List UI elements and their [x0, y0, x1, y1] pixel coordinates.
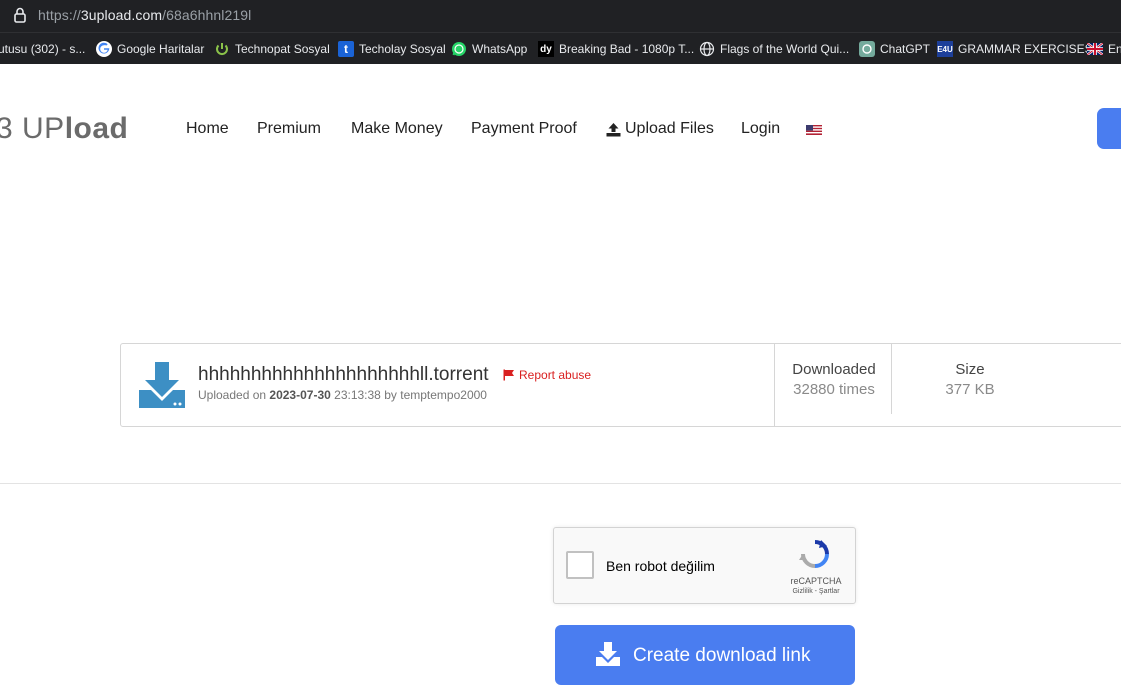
nav-home[interactable]: Home	[186, 120, 229, 138]
bookmark-flags-quiz[interactable]: Flags of the World Qui...	[699, 40, 849, 58]
esl-icon: E4U	[937, 41, 953, 57]
nav-premium[interactable]: Premium	[257, 120, 321, 138]
download-icon	[139, 362, 185, 408]
bookmark-en[interactable]: En	[1087, 40, 1121, 58]
download-icon	[596, 642, 620, 666]
whatsapp-icon	[451, 41, 467, 57]
us-flag-icon[interactable]	[806, 125, 822, 135]
bookmark-techolay[interactable]: t Techolay Sosyal	[338, 40, 446, 58]
recaptcha-widget: Ben robot değilim reCAPTCHA Gizlilik - Ş…	[553, 527, 856, 604]
url-text[interactable]: https://3upload.com/68a6hhnl219l	[38, 7, 251, 23]
nav-upload-files[interactable]: Upload Files	[606, 120, 714, 138]
downloaded-value: 32880 times	[793, 381, 875, 398]
section-divider	[0, 483, 1121, 484]
header-action-button[interactable]	[1097, 108, 1121, 149]
size-value: 377 KB	[945, 381, 995, 398]
upload-icon	[606, 122, 621, 136]
create-download-link-button[interactable]: Create download link	[555, 625, 855, 685]
bookmark-youtube[interactable]: utusu (302) - s...	[0, 40, 85, 58]
globe-icon	[699, 41, 715, 57]
file-name: hhhhhhhhhhhhhhhhhhhhhll.torrent	[198, 364, 489, 385]
bookmark-technopat[interactable]: Technopat Sosyal	[214, 40, 330, 58]
recaptcha-brand: reCAPTCHA	[790, 576, 842, 586]
recaptcha-logo-icon	[799, 540, 829, 568]
upload-meta: Uploaded on 2023-07-30 23:13:38 by tempt…	[198, 388, 487, 402]
downloaded-label: Downloaded	[792, 361, 876, 378]
recaptcha-privacy-terms[interactable]: Gizlilik - Şartlar	[782, 588, 850, 595]
bookmark-whatsapp[interactable]: WhatsApp	[451, 40, 527, 58]
size-label: Size	[955, 361, 985, 378]
bookmark-chatgpt[interactable]: ChatGPT	[859, 40, 930, 58]
bookmark-breaking-bad[interactable]: dy Breaking Bad - 1080p T...	[538, 40, 694, 58]
bookmark-grammar[interactable]: E4U GRAMMAR EXERCISES	[937, 40, 1093, 58]
recaptcha-checkbox[interactable]	[566, 551, 594, 579]
dy-icon: dy	[538, 41, 554, 57]
bookmarks-bar: utusu (302) - s... Google Haritalar Tech…	[0, 32, 1121, 64]
techolay-icon: t	[338, 41, 354, 57]
google-icon	[96, 41, 112, 57]
divider	[891, 344, 892, 414]
address-bar[interactable]: https://3upload.com/68a6hhnl219l	[0, 0, 1121, 32]
lock-icon	[14, 7, 26, 23]
flag-icon	[503, 369, 514, 381]
nav-make-money[interactable]: Make Money	[351, 120, 443, 138]
chatgpt-icon	[859, 41, 875, 57]
site-logo[interactable]: 3 UPload	[0, 112, 128, 146]
uk-flag-icon	[1087, 41, 1103, 57]
bookmark-google-haritalar[interactable]: Google Haritalar	[96, 40, 204, 58]
nav-login[interactable]: Login	[741, 120, 780, 138]
report-abuse-link[interactable]: Report abuse	[503, 368, 591, 382]
recaptcha-label: Ben robot değilim	[606, 558, 715, 574]
file-info-card: hhhhhhhhhhhhhhhhhhhhhll.torrent Report a…	[120, 343, 1121, 427]
power-icon	[214, 41, 230, 57]
nav-payment-proof[interactable]: Payment Proof	[471, 120, 577, 138]
